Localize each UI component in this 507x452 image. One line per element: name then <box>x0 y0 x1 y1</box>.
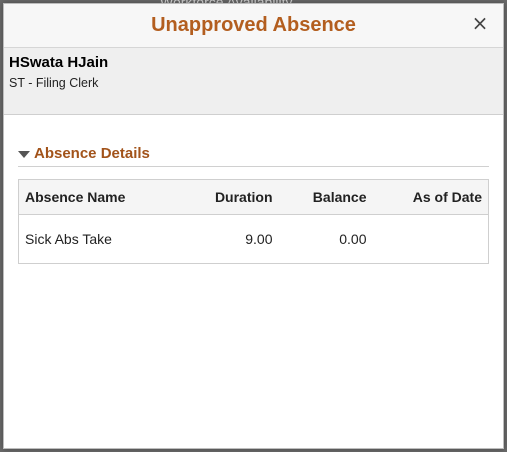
absence-details-toggle[interactable]: Absence Details <box>18 145 489 167</box>
cell-balance: 0.00 <box>278 214 373 264</box>
modal-title: Unapproved Absence <box>151 14 356 36</box>
section-title: Absence Details <box>34 145 150 162</box>
table-row: Sick Abs Take 9.00 0.00 <box>18 214 489 264</box>
modal-header: Unapproved Absence × <box>4 4 503 48</box>
cell-duration: 9.00 <box>188 214 279 264</box>
employee-job-title: ST - Filing Clerk <box>9 76 99 90</box>
grid-header-row: Absence Name Duration Balance As of Date <box>18 179 489 215</box>
cell-absence-name: Sick Abs Take <box>18 214 189 264</box>
collapse-triangle-icon[interactable] <box>18 151 30 158</box>
unapproved-absence-modal: Unapproved Absence × HSwata HJain ST - F… <box>3 3 504 449</box>
absence-details-grid: Absence Name Duration Balance As of Date… <box>18 179 489 264</box>
absence-details-section: Absence Details Absence Name Duration Ba… <box>4 145 503 264</box>
close-icon[interactable]: × <box>471 13 489 33</box>
column-header-as-of-date[interactable]: As of Date <box>372 179 489 215</box>
column-header-absence-name[interactable]: Absence Name <box>18 179 189 215</box>
cell-as-of-date <box>372 214 489 264</box>
employee-name: HSwata HJain <box>9 54 109 71</box>
column-header-balance[interactable]: Balance <box>278 179 373 215</box>
column-header-duration[interactable]: Duration <box>188 179 279 215</box>
employee-info: HSwata HJain ST - Filing Clerk <box>4 48 503 115</box>
